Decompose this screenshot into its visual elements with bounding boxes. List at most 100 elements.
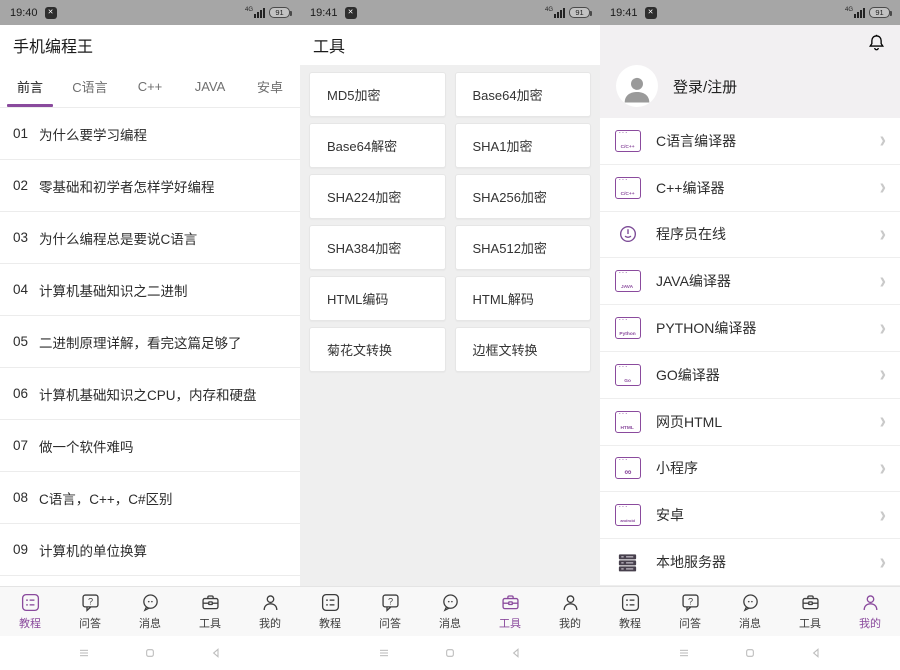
- battery-icon: 91: [869, 7, 890, 18]
- home-icon[interactable]: [142, 645, 158, 661]
- tool-sha1-encrypt[interactable]: SHA1加密: [455, 123, 592, 168]
- nav-tools[interactable]: 工具: [180, 587, 240, 636]
- category-tabs: 前言 C语言 C++ JAVA 安卓: [0, 65, 300, 108]
- status-time: 19:41: [310, 7, 338, 19]
- tutorial-icon: [320, 592, 341, 613]
- qa-icon: [680, 592, 701, 613]
- menu-icon[interactable]: [76, 645, 92, 661]
- nav-messages[interactable]: 消息: [420, 587, 480, 636]
- qa-icon: [80, 592, 101, 613]
- chevron-right-icon: ›: [880, 317, 886, 340]
- status-bar: 19:41 ✕ 4G 91: [600, 0, 900, 25]
- tool-sha512-encrypt[interactable]: SHA512加密: [455, 225, 592, 270]
- android-window-icon: ···android: [615, 504, 641, 526]
- lesson-row[interactable]: 05二进制原理详解，看完这篇足够了: [0, 316, 300, 368]
- nav-qa[interactable]: 问答: [60, 587, 120, 636]
- status-bar: 19:40 ✕ 4G 91: [0, 0, 300, 25]
- nav-tools[interactable]: 工具: [780, 587, 840, 636]
- tool-sha224-encrypt[interactable]: SHA224加密: [309, 174, 446, 219]
- tool-base64-decrypt[interactable]: Base64解密: [309, 123, 446, 168]
- code-window-icon: ···C/C++: [615, 177, 641, 199]
- row-cpp-compiler[interactable]: ···C/C++ C++编译器 ›: [600, 165, 900, 212]
- nav-messages[interactable]: 消息: [120, 587, 180, 636]
- profile-header: 登录/注册: [600, 25, 900, 118]
- chevron-right-icon: ›: [880, 457, 886, 480]
- nav-tutorials[interactable]: 教程: [600, 587, 660, 636]
- home-icon[interactable]: [442, 645, 458, 661]
- lesson-row[interactable]: 03为什么编程总是要说C语言: [0, 212, 300, 264]
- mini-program-icon: ···∞: [615, 457, 641, 479]
- nav-tools[interactable]: 工具: [480, 587, 540, 636]
- tab-cpp[interactable]: C++: [120, 65, 180, 107]
- nav-mine[interactable]: 我的: [240, 587, 300, 636]
- nav-mine[interactable]: 我的: [540, 587, 600, 636]
- briefcase-icon: [200, 592, 221, 613]
- back-icon[interactable]: [808, 645, 824, 661]
- lesson-row[interactable]: 09计算机的单位换算: [0, 524, 300, 576]
- tool-html-encode[interactable]: HTML编码: [309, 276, 446, 321]
- lesson-row[interactable]: 08C语言，C++，C#区别: [0, 472, 300, 524]
- chevron-right-icon: ›: [880, 176, 886, 199]
- tool-sha256-encrypt[interactable]: SHA256加密: [455, 174, 592, 219]
- row-android[interactable]: ···android 安卓 ›: [600, 492, 900, 539]
- tool-border-text[interactable]: 边框文转换: [455, 327, 592, 372]
- battery-icon: 91: [269, 7, 290, 18]
- tool-html-decode[interactable]: HTML解码: [455, 276, 592, 321]
- row-go-compiler[interactable]: ···Go GO编译器 ›: [600, 352, 900, 399]
- notification-app-icon: ✕: [345, 7, 357, 19]
- tutorial-icon: [620, 592, 641, 613]
- tool-sha384-encrypt[interactable]: SHA384加密: [309, 225, 446, 270]
- tab-preface[interactable]: 前言: [0, 65, 60, 107]
- signal-icon: 4G: [245, 8, 265, 18]
- row-python-compiler[interactable]: ···Python PYTHON编译器 ›: [600, 305, 900, 352]
- panel-tools: 19:41 ✕ 4G 91 工具 MD5加密 Base64加密 Base64解密…: [300, 0, 600, 670]
- lesson-row[interactable]: 06计算机基础知识之CPU，内存和硬盘: [0, 368, 300, 420]
- panel-mine: 19:41 ✕ 4G 91 登录/注册 ···C/C++ C语言: [600, 0, 900, 670]
- bottom-nav: 教程 问答 消息 工具 我的: [0, 586, 300, 636]
- lesson-row[interactable]: 07做一个软件难吗: [0, 420, 300, 472]
- page-title: 手机编程王: [0, 25, 300, 65]
- message-icon: [740, 592, 761, 613]
- nav-messages[interactable]: 消息: [720, 587, 780, 636]
- row-web-html[interactable]: ···HTML 网页HTML ›: [600, 399, 900, 446]
- tab-java[interactable]: JAVA: [180, 65, 240, 107]
- briefcase-icon: [800, 592, 821, 613]
- back-icon[interactable]: [508, 645, 524, 661]
- nav-mine[interactable]: 我的: [840, 587, 900, 636]
- bottom-nav: 教程 问答 消息 工具 我的: [300, 586, 600, 636]
- code-window-icon: ···Python: [615, 317, 641, 339]
- tool-base64-encrypt[interactable]: Base64加密: [455, 72, 592, 117]
- back-icon[interactable]: [208, 645, 224, 661]
- briefcase-icon: [500, 592, 521, 613]
- row-mini-program[interactable]: ···∞ 小程序 ›: [600, 446, 900, 493]
- tool-md5-encrypt[interactable]: MD5加密: [309, 72, 446, 117]
- menu-icon[interactable]: [676, 645, 692, 661]
- row-c-compiler[interactable]: ···C/C++ C语言编译器 ›: [600, 118, 900, 165]
- tab-c-language[interactable]: C语言: [60, 65, 120, 107]
- nav-tutorials[interactable]: 教程: [300, 587, 360, 636]
- person-icon: [860, 592, 881, 613]
- tool-juhua-text[interactable]: 菊花文转换: [309, 327, 446, 372]
- bell-icon[interactable]: [866, 32, 887, 53]
- code-window-icon: ···C/C++: [615, 130, 641, 152]
- home-icon[interactable]: [742, 645, 758, 661]
- tools-list: ···C/C++ C语言编译器 › ···C/C++ C++编译器 › 程序员在…: [600, 118, 900, 586]
- lesson-row[interactable]: 01为什么要学习编程: [0, 108, 300, 160]
- row-programmer-online[interactable]: 程序员在线 ›: [600, 212, 900, 259]
- panel-tutorials: 19:40 ✕ 4G 91 手机编程王 前言 C语言 C++ JAVA 安卓 0…: [0, 0, 300, 670]
- row-local-server[interactable]: 本地服务器 ›: [600, 539, 900, 586]
- code-window-icon: ···JAVA: [615, 270, 641, 292]
- status-time: 19:40: [10, 7, 38, 19]
- person-icon: [260, 592, 281, 613]
- tab-android[interactable]: 安卓: [240, 65, 300, 107]
- chevron-right-icon: ›: [880, 410, 886, 433]
- login-register-row[interactable]: 登录/注册: [600, 25, 900, 107]
- menu-icon[interactable]: [376, 645, 392, 661]
- row-java-compiler[interactable]: ···JAVA JAVA编译器 ›: [600, 258, 900, 305]
- lesson-row[interactable]: 02零基础和初学者怎样学好编程: [0, 160, 300, 212]
- nav-qa[interactable]: 问答: [660, 587, 720, 636]
- nav-qa[interactable]: 问答: [360, 587, 420, 636]
- nav-tutorials[interactable]: 教程: [0, 587, 60, 636]
- message-icon: [140, 592, 161, 613]
- lesson-row[interactable]: 04计算机基础知识之二进制: [0, 264, 300, 316]
